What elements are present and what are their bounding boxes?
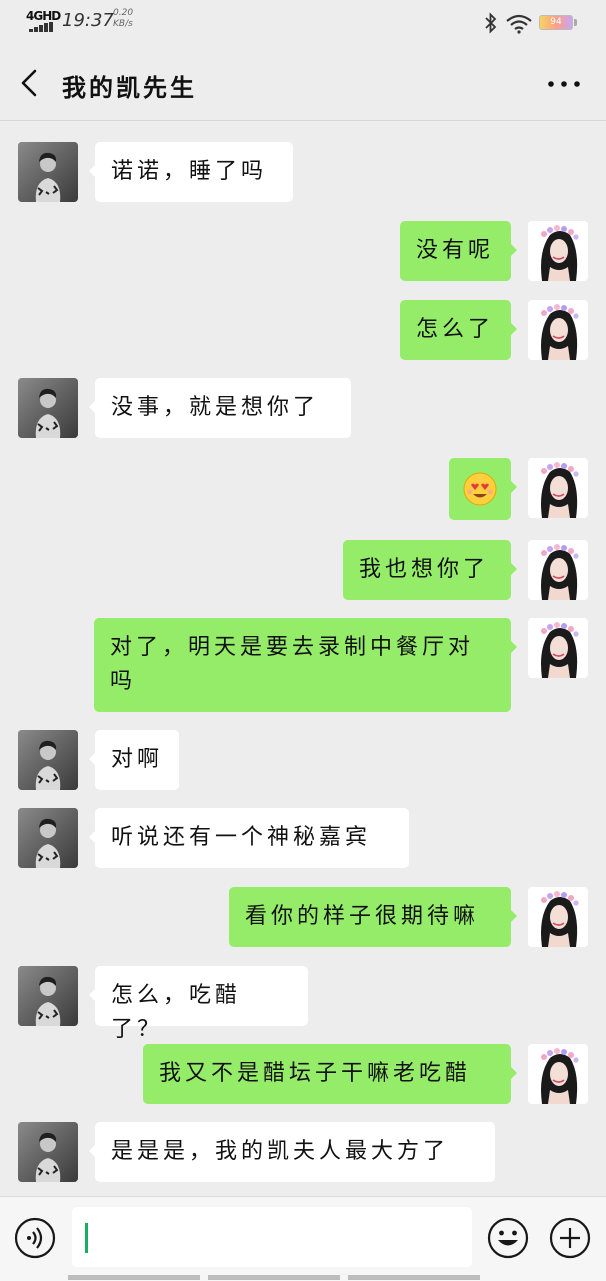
message-text: 我也想你了	[359, 557, 490, 582]
self-avatar[interactable]	[528, 458, 588, 518]
message-bubble-sent[interactable]: 没有呢	[400, 221, 517, 281]
self-avatar[interactable]	[528, 300, 588, 360]
status-bar: 4GHD 19:37 0.20 KB/s 94	[0, 0, 606, 46]
voice-icon[interactable]	[14, 1217, 56, 1259]
message-text: 是是是，我的凯夫人最大方了	[111, 1139, 450, 1164]
message-text: 诺诺，睡了吗	[111, 159, 268, 184]
message-bubble-received[interactable]: 怎么，吃醋了？	[89, 966, 308, 1042]
self-avatar[interactable]	[528, 1044, 588, 1104]
contact-avatar[interactable]	[18, 1122, 78, 1182]
message-text: 听说还有一个神秘嘉宾	[111, 825, 372, 850]
message-bubble-sent[interactable]: 对了，明天是要去录制中餐厅对吗	[94, 618, 517, 712]
message-text: 我又不是醋坛子干嘛老吃醋	[159, 1061, 472, 1086]
contact-avatar[interactable]	[18, 808, 78, 868]
message-text: 看你的样子很期待嘛	[245, 904, 480, 929]
home-indicator-middle	[208, 1275, 340, 1280]
network-type: 4GHD	[26, 9, 61, 23]
network-speed-unit: KB/s	[113, 19, 133, 29]
message-bubble-received[interactable]: 对啊	[89, 730, 179, 790]
self-avatar[interactable]	[528, 221, 588, 281]
chat-title: 我的凯先生	[62, 74, 197, 102]
message-bubble-sent[interactable]: 我也想你了	[343, 540, 517, 600]
add-icon[interactable]	[549, 1217, 591, 1259]
message-text: 怎么了	[416, 317, 495, 342]
message-text: 对啊	[111, 747, 164, 772]
message-text: 没事，就是想你了	[111, 395, 320, 420]
home-indicator-right	[348, 1275, 480, 1280]
ellipsis-icon[interactable]	[546, 72, 582, 96]
network-speed-value: 0.20	[113, 8, 134, 18]
message-bubble-sent[interactable]: 怎么了	[400, 300, 517, 360]
chevron-left-icon[interactable]	[18, 68, 42, 98]
message-bubble-sent[interactable]: 我又不是醋坛子干嘛老吃醋	[143, 1044, 517, 1104]
signal-icon	[29, 22, 55, 32]
message-text: 对了，明天是要去录制中餐厅对吗	[110, 635, 475, 694]
status-time: 19:37	[62, 10, 114, 31]
input-bar	[0, 1196, 606, 1281]
message-bubble-received[interactable]: 听说还有一个神秘嘉宾	[89, 808, 409, 868]
contact-avatar[interactable]	[18, 378, 78, 438]
battery-tip	[574, 19, 577, 26]
wifi-icon	[506, 14, 532, 34]
text-caret	[85, 1223, 88, 1253]
message-bubble-received[interactable]: 没事，就是想你了	[89, 378, 351, 438]
battery-icon: 94	[539, 15, 573, 30]
chat-header: 我的凯先生	[0, 46, 606, 121]
heart-eyes-emoji-icon	[463, 472, 497, 506]
self-avatar[interactable]	[528, 618, 588, 678]
battery-level: 94	[550, 17, 562, 27]
self-avatar[interactable]	[528, 887, 588, 947]
message-text: 怎么，吃醋了？	[111, 983, 242, 1042]
bluetooth-icon	[485, 12, 497, 34]
message-bubble-sent[interactable]	[449, 458, 517, 520]
network-speed: 0.20 KB/s	[113, 8, 133, 30]
contact-avatar[interactable]	[18, 142, 78, 202]
contact-avatar[interactable]	[18, 730, 78, 790]
message-input[interactable]	[72, 1207, 472, 1267]
message-bubble-sent[interactable]: 看你的样子很期待嘛	[229, 887, 517, 947]
home-indicator-left	[68, 1275, 200, 1280]
message-bubble-received[interactable]: 诺诺，睡了吗	[89, 142, 293, 202]
message-text: 没有呢	[416, 238, 495, 263]
message-bubble-received[interactable]: 是是是，我的凯夫人最大方了	[89, 1122, 495, 1182]
self-avatar[interactable]	[528, 540, 588, 600]
contact-avatar[interactable]	[18, 966, 78, 1026]
emoji-icon[interactable]	[487, 1217, 529, 1259]
